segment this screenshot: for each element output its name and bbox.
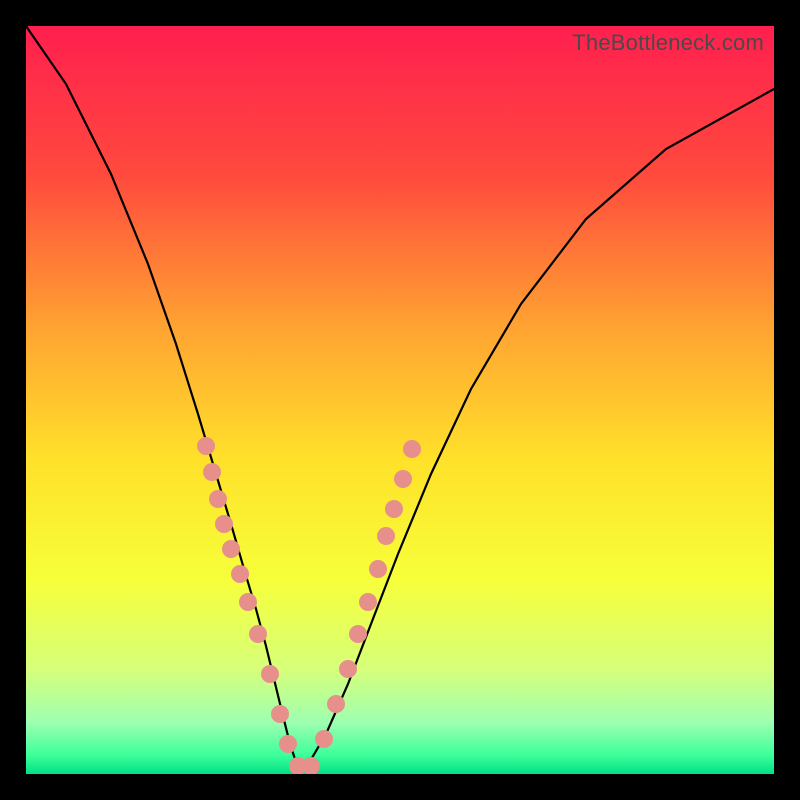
highlight-dot [271, 705, 289, 723]
highlight-dot [279, 735, 297, 753]
highlight-dot [394, 470, 412, 488]
highlight-dot [197, 437, 215, 455]
highlight-dot [327, 695, 345, 713]
chart-plot-area: TheBottleneck.com [26, 26, 774, 774]
highlight-dot [377, 527, 395, 545]
highlight-dot [215, 515, 233, 533]
highlight-dot [359, 593, 377, 611]
highlight-dot [209, 490, 227, 508]
highlight-dot [222, 540, 240, 558]
highlight-dot [231, 565, 249, 583]
highlight-dot [302, 757, 320, 774]
highlight-dot [385, 500, 403, 518]
highlight-dot [261, 665, 279, 683]
highlight-dot [315, 730, 333, 748]
highlight-dot [203, 463, 221, 481]
curve-right_curve [306, 89, 774, 768]
highlight-dot [239, 593, 257, 611]
highlight-dot [349, 625, 367, 643]
chart-curves [26, 26, 774, 774]
highlight-dot [339, 660, 357, 678]
highlight-dot [249, 625, 267, 643]
highlight-dot [403, 440, 421, 458]
curve-left_curve [26, 26, 298, 768]
highlight-dot [369, 560, 387, 578]
